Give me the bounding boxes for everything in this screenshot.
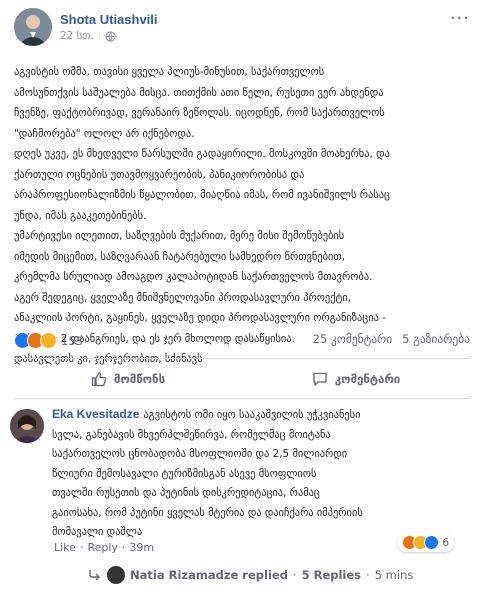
comment-like-link[interactable]: Like	[54, 541, 76, 554]
commenter-name[interactable]: Eka Kvesitadze	[52, 407, 139, 421]
replier-avatar[interactable]	[107, 566, 125, 584]
comment-line: გაიოსახა, რომ პუტინი ყველას მტერია და და…	[52, 506, 363, 519]
divider	[14, 398, 470, 399]
divider	[14, 358, 470, 359]
comment-reactions-count: 6	[442, 536, 449, 549]
comment-line: აგვისტოს ომი იყო სააკაშვილის უჭკვიანესი	[143, 409, 361, 421]
shares-count[interactable]: 5 გაზიარება	[402, 332, 470, 346]
comment-line: წლიური შემოსავალი ტურიზმისგან ასევე მსოფ…	[52, 467, 317, 480]
post-line: უმარტივესი ილეთით, საზღვების მუქარით, მე…	[14, 230, 345, 242]
post-time[interactable]: 22 სთ.	[60, 30, 94, 42]
comment-time[interactable]: 39m	[129, 541, 154, 554]
post-stats: 153 25 კომენტარი 5 გაზიარება	[14, 332, 470, 352]
post-line: იმედის მიცემით, საზღვარაან ჩატარებული სა…	[14, 250, 346, 263]
post-line: ქართული ოცნების უთავმოყვარეობის, პანიკიო…	[14, 168, 305, 181]
comment-line: თვალში რუსეთის და პუტინის დისკრედიტაცია,…	[52, 487, 320, 499]
comment-text: Eka Kvesitadze აგვისტოს ომი იყო სააკაშვილ…	[52, 405, 470, 543]
comment-icon	[313, 372, 327, 386]
replies-count[interactable]: 5 Replies	[302, 568, 361, 582]
author-name[interactable]: Shota Utiashvili	[60, 12, 158, 27]
post-line: არაპროფესიონალიზმის წყალობით, მიაღწია იმ…	[14, 189, 390, 201]
reply-arrow-icon	[89, 570, 100, 581]
like-reaction-icon	[424, 535, 440, 550]
post-line: აგერ შედეგიც, ყველაზე მნიშვნელოვანი პროდ…	[14, 291, 351, 304]
author-avatar[interactable]	[14, 8, 52, 46]
post-line: ანაკლიის პორტი, გაყინეს, ყველაზე დიდი პრ…	[14, 312, 386, 324]
comment-actions: Like · Reply · 39m	[54, 541, 155, 554]
post-line: უნდა, იმას გააკეთებინებს.	[14, 209, 147, 222]
comment-button[interactable]: კომენტარი	[242, 366, 470, 392]
post-header: Shota Utiashvili 22 სთ. · ···	[14, 8, 470, 48]
comment-reply-link[interactable]: Reply	[87, 541, 117, 554]
sad-reaction-icon	[40, 332, 57, 349]
post-line: აგვისტის ომმა, თავისი ყველა პლიუს-მინუსი…	[14, 66, 325, 78]
post-text: აგვისტის ომმა, თავისი ყველა პლიუს-მინუსი…	[14, 62, 474, 370]
replies-row: Natia Rizamadze replied · 5 Replies · 5 …	[88, 566, 413, 584]
globe-icon	[105, 30, 116, 42]
comment-line: საქართველოს ცნობადობა მსოფლიოში და 2,5 მ…	[52, 448, 348, 460]
post-line: დღეს უკვე, ეს მხედველი წარსულში გადაყირი…	[14, 148, 390, 160]
reactions-summary[interactable]: 153	[14, 332, 83, 349]
post-line: კრემლმა სრულიად ამოაგდო კალაპოტიდან საქა…	[14, 271, 373, 283]
reply-time: 5 mins	[374, 568, 414, 582]
like-button[interactable]: მომწონს	[14, 366, 242, 392]
view-replies-link[interactable]: Natia Rizamadze replied	[130, 568, 288, 582]
comment: Eka Kvesitadze აგვისტოს ომი იყო სააკაშვილ…	[0, 405, 484, 585]
comments-count[interactable]: 25 კომენტარი	[313, 332, 393, 346]
comment-bubble: Eka Kvesitadze აგვისტოს ომი იყო სააკაშვილ…	[52, 405, 470, 543]
comment-reactions[interactable]: 6	[397, 533, 454, 552]
post-actions: მომწონს კომენტარი	[14, 366, 470, 392]
post-line: ამოსუნთქვის საშუალება მისცა. თითქმის ათი…	[14, 86, 384, 99]
commenter-avatar[interactable]	[10, 409, 44, 443]
comment-line: სვლა, განებავის მხვერპლშეწირვა, რომელმაც…	[52, 428, 331, 441]
post-line: ჩვენზე, ფაქტობრივად, ვერანაირ ზეწოლას. ი…	[14, 107, 385, 119]
comment-label: კომენტარი	[334, 372, 401, 386]
post-line: "დაჩმორება" ოლოლ არ იქნებოდა.	[14, 127, 195, 140]
like-label: მომწონს	[113, 372, 166, 386]
more-options-icon[interactable]: ···	[450, 8, 470, 29]
reactions-count: 153	[61, 333, 83, 348]
thumbs-up-icon	[91, 372, 107, 387]
post-meta: 22 სთ. ·	[60, 30, 116, 42]
